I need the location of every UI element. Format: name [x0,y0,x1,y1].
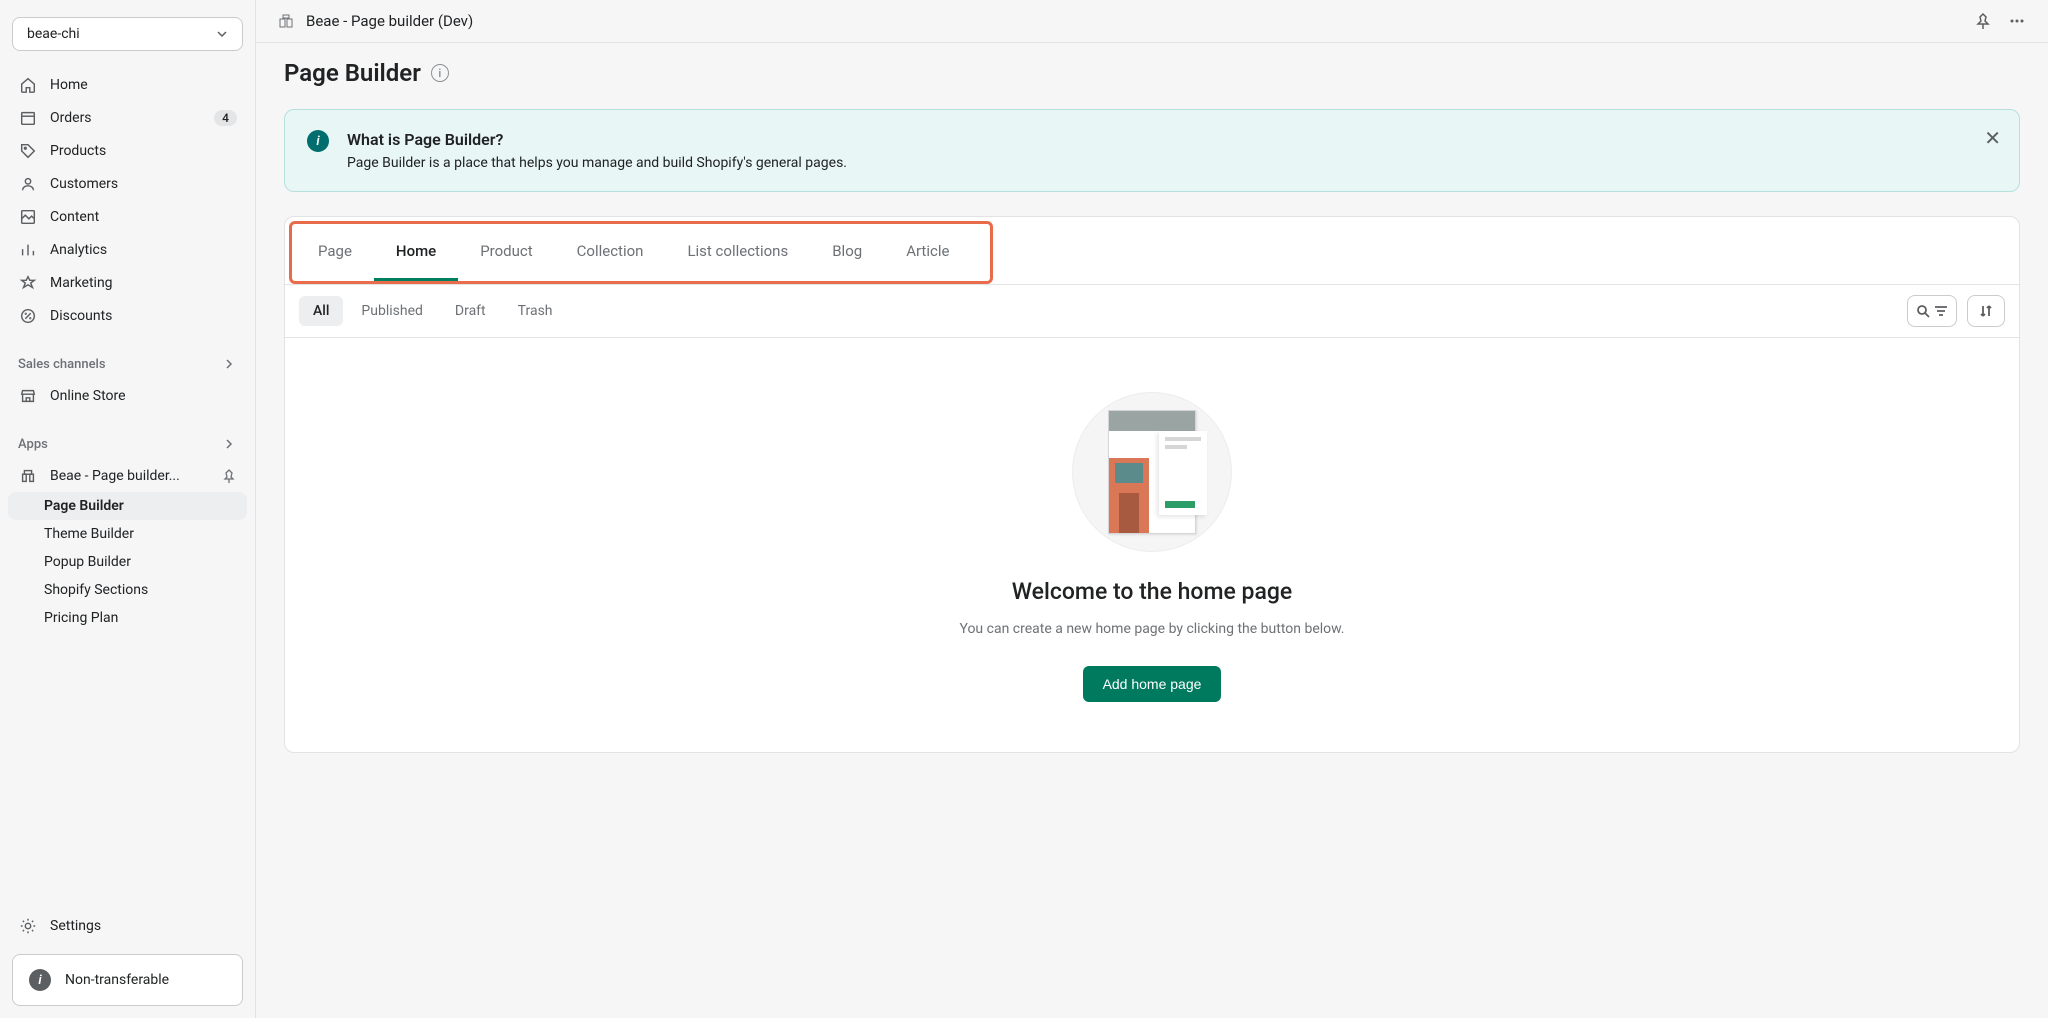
banner-description: Page Builder is a place that helps you m… [347,155,1997,171]
nav-subitem-popup-builder[interactable]: Popup Builder [8,548,247,576]
nav-label: Pricing Plan [44,610,237,626]
filter-trash[interactable]: Trash [504,296,567,326]
filter-draft[interactable]: Draft [441,296,500,326]
breadcrumb: Beae - Page builder (Dev) [306,12,473,30]
tab-product[interactable]: Product [458,224,554,281]
customers-icon [18,174,38,194]
tab-blog[interactable]: Blog [810,224,884,281]
app-breadcrumb-icon [278,13,294,29]
section-title: Sales channels [18,357,106,372]
section-title: Apps [18,437,48,452]
nav-label: Theme Builder [44,526,237,542]
nav-subitem-pricing-plan[interactable]: Pricing Plan [8,604,247,632]
nav-label: Home [50,77,237,93]
store-selector[interactable]: beae-chi [12,17,243,51]
main-content: Beae - Page builder (Dev) Page Builder i… [256,0,2048,1018]
add-home-page-button[interactable]: Add home page [1083,666,1222,702]
nav-subitem-theme-builder[interactable]: Theme Builder [8,520,247,548]
chevron-down-icon [216,28,228,40]
pin-icon[interactable] [1974,12,1992,30]
nav-item-customers[interactable]: Customers [8,168,247,200]
empty-state-title: Welcome to the home page [1012,578,1292,605]
sidebar: beae-chi Home Orders 4 [0,0,256,1018]
nav-label: Page Builder [44,498,237,514]
info-icon: i [29,969,51,991]
nav-label: Discounts [50,308,237,324]
nav-item-products[interactable]: Products [8,135,247,167]
apps-header[interactable]: Apps [8,428,247,460]
nav-label: Beae - Page builder... [50,468,209,484]
banner-title: What is Page Builder? [347,130,1997,149]
search-filter-button[interactable] [1907,295,1957,327]
empty-state-description: You can create a new home page by clicki… [959,619,1344,640]
nav-label: Products [50,143,237,159]
nav-item-discounts[interactable]: Discounts [8,300,247,332]
page-type-tabs: Page Home Product Collection List collec… [292,224,990,281]
nav-label: Shopify Sections [44,582,237,598]
content-area: Page Builder i i What is Page Builder? P… [256,43,2048,1018]
empty-state-illustration [1072,392,1232,552]
primary-nav: Home Orders 4 Products Customers [8,69,247,332]
nav-label: Settings [50,918,237,934]
marketing-icon [18,273,38,293]
page-title: Page Builder [284,59,421,87]
info-icon[interactable]: i [431,64,449,82]
nav-item-marketing[interactable]: Marketing [8,267,247,299]
tab-home[interactable]: Home [374,224,458,281]
nav-label: Analytics [50,242,237,258]
nav-label: Content [50,209,237,225]
page-title-row: Page Builder i [284,59,2020,87]
tab-page[interactable]: Page [296,224,374,281]
products-icon [18,141,38,161]
orders-icon [18,108,38,128]
top-bar: Beae - Page builder (Dev) [256,0,2048,43]
nav-item-app-beae[interactable]: Beae - Page builder... [8,460,247,492]
nav-item-content[interactable]: Content [8,201,247,233]
info-banner: i What is Page Builder? Page Builder is … [284,109,2020,192]
sales-channels-header[interactable]: Sales channels [8,348,247,380]
store-icon [18,386,38,406]
app-icon [18,466,38,486]
nav-subitem-shopify-sections[interactable]: Shopify Sections [8,576,247,604]
tab-article[interactable]: Article [884,224,971,281]
gear-icon [18,916,38,936]
nav-label: Orders [50,110,202,126]
tab-list-collections[interactable]: List collections [665,224,810,281]
close-icon[interactable]: ✕ [1984,128,2001,148]
info-icon: i [307,130,329,152]
discounts-icon [18,306,38,326]
empty-state: Welcome to the home page You can create … [285,338,2019,752]
nav-label: Customers [50,176,237,192]
tabs-highlight-box: Page Home Product Collection List collec… [289,221,993,284]
nav-item-home[interactable]: Home [8,69,247,101]
nav-item-analytics[interactable]: Analytics [8,234,247,266]
tab-collection[interactable]: Collection [555,224,666,281]
non-transferable-notice[interactable]: i Non-transferable [12,954,243,1006]
chevron-right-icon [221,356,237,372]
filter-published[interactable]: Published [347,296,436,326]
more-icon[interactable] [2008,12,2026,30]
filter-all[interactable]: All [299,296,343,326]
pin-icon[interactable] [221,468,237,484]
store-name: beae-chi [27,26,80,42]
page-list-card: Page Home Product Collection List collec… [284,216,2020,753]
nav-label: Online Store [50,388,237,404]
nav-item-settings[interactable]: Settings [8,910,247,942]
analytics-icon [18,240,38,260]
non-transferable-label: Non-transferable [65,972,169,988]
nav-label: Popup Builder [44,554,237,570]
nav-item-orders[interactable]: Orders 4 [8,102,247,134]
sort-button[interactable] [1967,295,2005,327]
content-icon [18,207,38,227]
orders-badge: 4 [214,110,237,126]
filter-bar: All Published Draft Trash [285,284,2019,338]
chevron-right-icon [221,436,237,452]
nav-item-online-store[interactable]: Online Store [8,380,247,412]
nav-subitem-page-builder[interactable]: Page Builder [8,492,247,520]
home-icon [18,75,38,95]
nav-label: Marketing [50,275,237,291]
